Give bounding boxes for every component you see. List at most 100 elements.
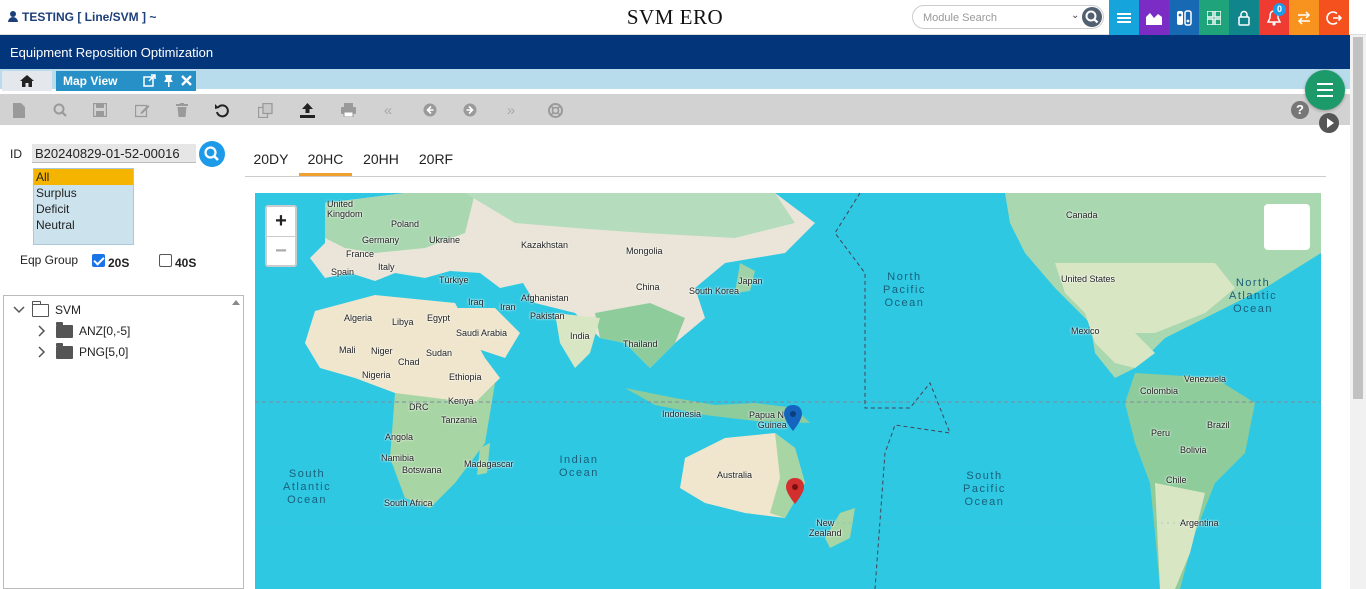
first-page-icon[interactable]: « <box>379 101 397 119</box>
checkbox-20s[interactable] <box>92 254 105 267</box>
label-thailand: Thailand <box>623 339 658 349</box>
print-button[interactable] <box>339 101 357 119</box>
tab-20hc[interactable]: 20HC <box>299 146 352 176</box>
id-label: ID <box>10 147 22 161</box>
tree-node-svm[interactable]: SVM <box>13 300 82 319</box>
folder-icon <box>56 342 73 359</box>
label-namibia: Namibia <box>381 453 415 463</box>
label-china: China <box>636 282 660 292</box>
zoom-in-button[interactable]: + <box>267 207 295 236</box>
label-iraq: Iraq <box>468 297 484 307</box>
tab-map-view[interactable]: Map View <box>56 71 196 91</box>
checkbox-40s[interactable] <box>159 254 172 267</box>
next-button[interactable] <box>461 101 479 119</box>
page-scrollbar[interactable] <box>1350 35 1366 589</box>
module-search-input[interactable] <box>923 9 1073 26</box>
notifications-button[interactable]: 0 <box>1259 0 1289 35</box>
label-italy: Italy <box>378 262 395 272</box>
lock-button[interactable] <box>1229 0 1259 35</box>
menu-button[interactable] <box>1109 0 1139 35</box>
scrollbar-thumb[interactable] <box>1353 37 1363 399</box>
label-drc: DRC <box>409 402 429 412</box>
save-button[interactable] <box>91 101 109 119</box>
chevron-down-icon[interactable]: ⌄ <box>1071 10 1079 21</box>
label-chad: Chad <box>398 357 420 367</box>
checkbox-20s-label: 20S <box>108 256 130 270</box>
chevron-down-icon[interactable] <box>13 305 25 315</box>
id-input[interactable] <box>32 144 196 163</box>
swap-button[interactable] <box>1289 0 1319 35</box>
eqp-group-label: Eqp Group <box>20 253 79 267</box>
prev-button[interactable] <box>421 101 439 119</box>
scroll-up-icon[interactable] <box>232 300 240 305</box>
toolbar: « » <box>0 94 1350 125</box>
chevron-right-icon[interactable] <box>37 325 47 337</box>
ocean-south-atlantic: South Atlantic Ocean <box>283 468 332 506</box>
label-mali: Mali <box>339 345 356 355</box>
status-listbox[interactable]: All Surplus Deficit Neutral <box>33 168 134 245</box>
label-peru: Peru <box>1151 428 1171 438</box>
search-tool-button[interactable] <box>51 101 69 119</box>
arrow-right-circle-icon <box>463 103 477 117</box>
label-canada: Canada <box>1066 210 1098 220</box>
search-icon <box>53 103 67 117</box>
delete-button[interactable] <box>173 101 191 119</box>
label-chile: Chile <box>1166 475 1187 485</box>
tab-20dy[interactable]: 20DY <box>247 146 295 176</box>
dashboard-button[interactable] <box>1139 0 1169 35</box>
logout-button[interactable] <box>1319 0 1349 35</box>
label-germany: Germany <box>362 235 400 245</box>
external-link-icon[interactable] <box>143 74 156 87</box>
apps-button[interactable] <box>1199 0 1229 35</box>
upload-icon <box>299 102 315 118</box>
map-view[interactable]: North Pacific Ocean North Atlantic Ocean Sou… <box>255 193 1321 589</box>
chevron-right-icon[interactable] <box>37 346 47 358</box>
label-indonesia: Indonesia <box>662 409 702 419</box>
play-icon[interactable] <box>1319 113 1339 133</box>
refresh-button[interactable] <box>213 101 231 119</box>
tree-node-label: PNG[5,0] <box>79 345 129 359</box>
lock-icon <box>1238 10 1250 26</box>
tab-bar: Map View <box>0 69 1350 91</box>
map-marker-anz[interactable] <box>786 478 804 504</box>
tree-node-label: SVM <box>55 303 82 317</box>
map-layer-control[interactable] <box>1264 204 1310 250</box>
tree-node-anz[interactable]: ANZ[0,-5] <box>37 321 130 340</box>
label-india: India <box>570 331 590 341</box>
pin-icon[interactable] <box>163 74 174 87</box>
status-option-neutral[interactable]: Neutral <box>34 217 133 233</box>
search-button[interactable] <box>1082 7 1102 27</box>
status-option-deficit[interactable]: Deficit <box>34 201 133 217</box>
ocean-south-pacific: South Pacific Ocean <box>963 470 1006 508</box>
last-page-icon[interactable]: » <box>502 101 520 119</box>
edit-button[interactable] <box>133 101 151 119</box>
label-argentina: Argentina <box>1180 518 1219 528</box>
close-icon[interactable] <box>181 74 192 87</box>
support-button[interactable] <box>546 101 564 119</box>
label-australia: Australia <box>717 470 753 480</box>
arrow-left-circle-icon <box>423 103 437 117</box>
copy-button[interactable] <box>256 101 274 119</box>
label-pakistan: Pakistan <box>530 311 565 321</box>
map-marker-png[interactable] <box>784 405 802 431</box>
tab-home[interactable] <box>2 71 52 91</box>
ocean-north-atlantic: North Atlantic Ocean <box>1229 277 1278 315</box>
floating-menu-button[interactable] <box>1305 70 1345 110</box>
new-button[interactable] <box>10 101 28 119</box>
switch-button[interactable] <box>1169 0 1199 35</box>
status-option-all[interactable]: All <box>34 169 133 185</box>
tree-node-png[interactable]: PNG[5,0] <box>37 342 129 361</box>
file-icon <box>13 102 25 118</box>
tab-20rf[interactable]: 20RF <box>412 146 460 176</box>
zoom-out-button[interactable]: − <box>267 236 295 265</box>
status-option-surplus[interactable]: Surplus <box>34 185 133 201</box>
trash-icon <box>176 103 188 117</box>
label-turkiye: Türkiye <box>439 275 469 285</box>
notification-badge: 0 <box>1273 3 1286 16</box>
help-icon[interactable]: ? <box>1291 101 1309 119</box>
label-bolivia: Bolivia <box>1180 445 1207 455</box>
top-icon-bar: 0 <box>1109 0 1349 35</box>
tab-20hh[interactable]: 20HH <box>356 146 406 176</box>
id-search-button[interactable] <box>199 141 225 167</box>
upload-button[interactable] <box>298 101 316 119</box>
